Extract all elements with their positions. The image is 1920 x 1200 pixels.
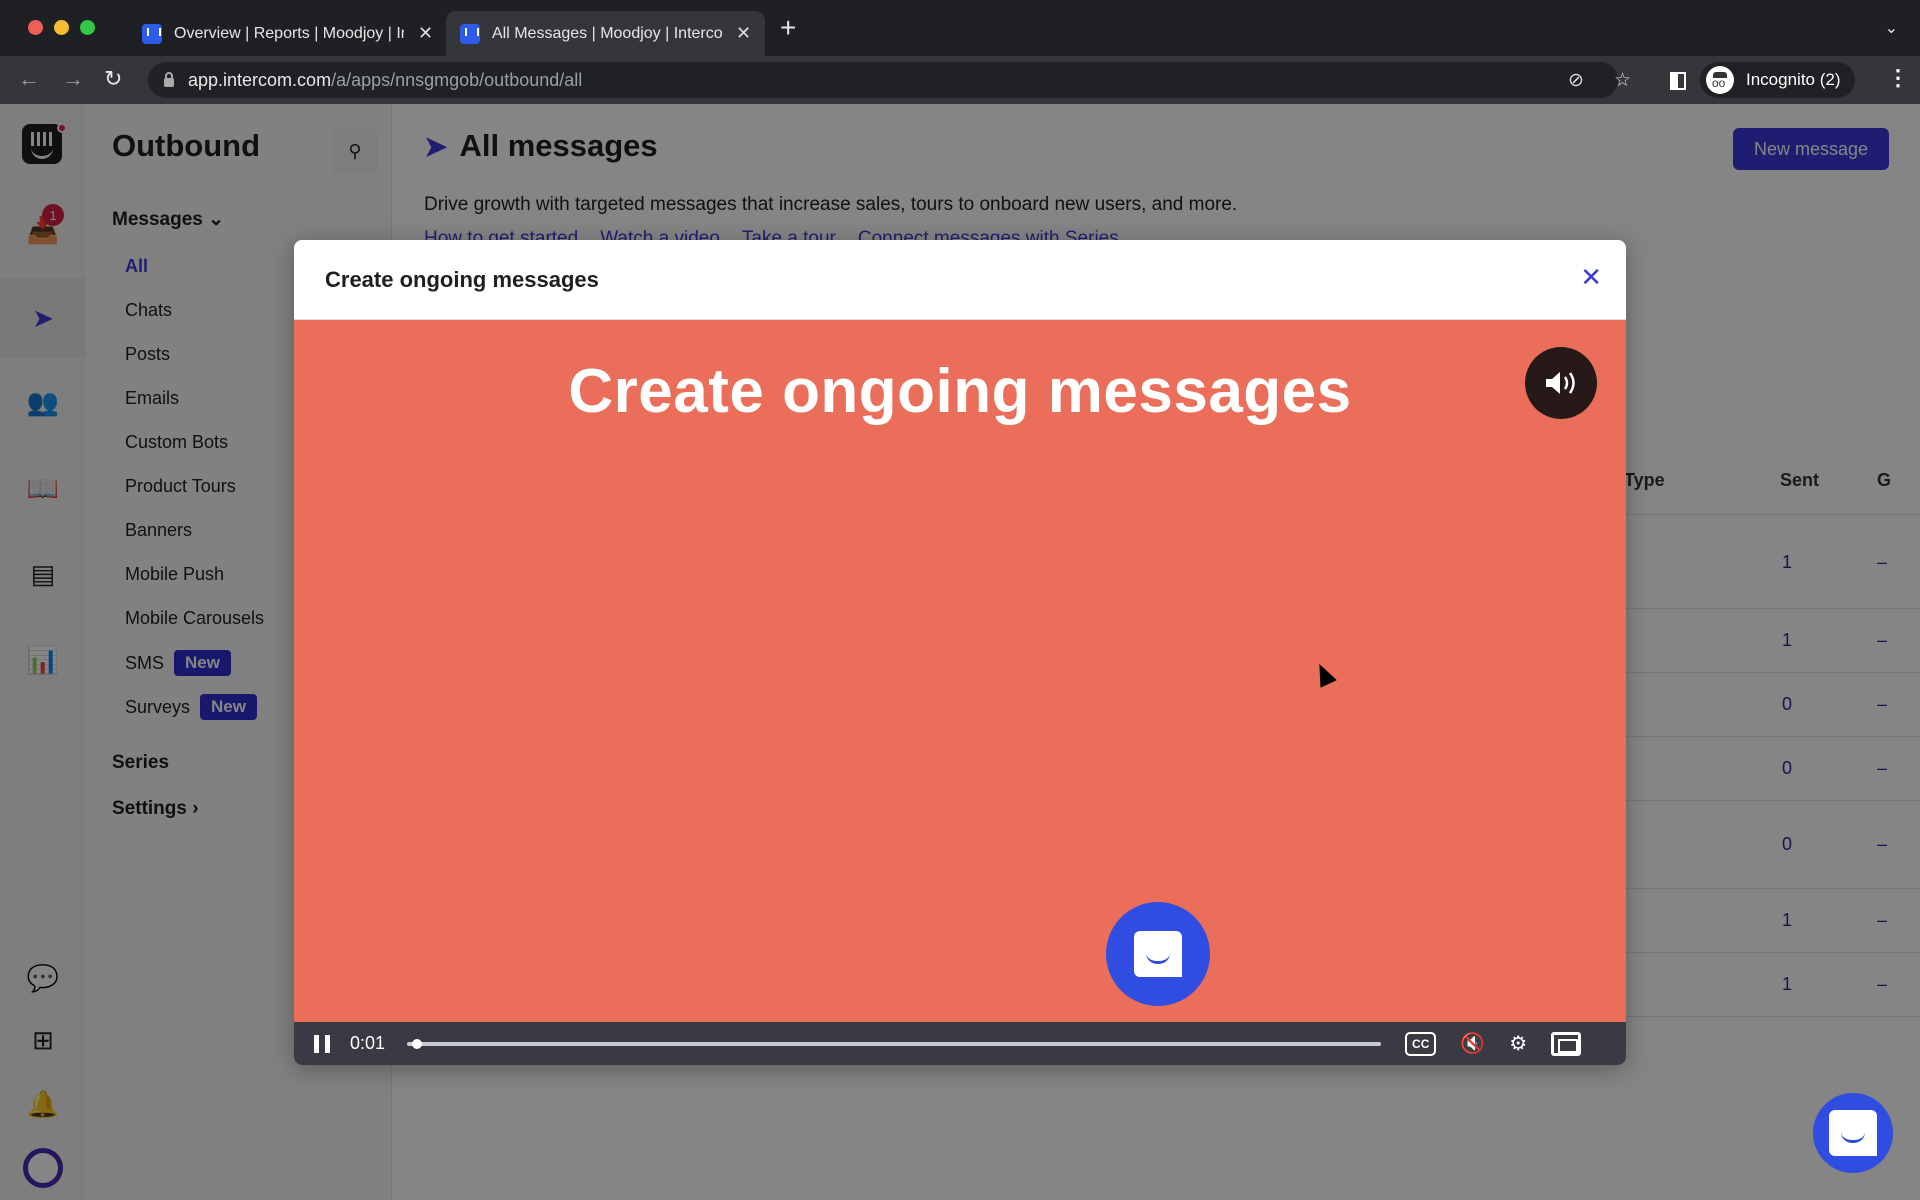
chat-icon xyxy=(1134,931,1182,977)
settings-gear-icon[interactable]: ⚙ xyxy=(1509,1031,1527,1056)
tracking-protection-eye-off-icon[interactable]: ⊘ xyxy=(1568,69,1584,92)
back-button[interactable]: ← xyxy=(18,66,40,92)
side-panel-icon[interactable] xyxy=(1670,72,1686,90)
fullscreen-icon[interactable] xyxy=(1551,1031,1582,1056)
modal-header: Create ongoing messages xyxy=(294,240,1626,320)
video-headline: Create ongoing messages xyxy=(568,357,1352,426)
url-path: /a/apps/nnsgmgob/outbound/all xyxy=(331,69,583,90)
profile-label: Incognito (2) xyxy=(1746,70,1841,89)
video-controls: 0:01 CC 🔇 ⚙ xyxy=(294,1022,1626,1065)
incognito-icon xyxy=(1706,66,1734,94)
browser-menu-icon[interactable]: ⋮ xyxy=(1887,65,1909,91)
unmute-button[interactable] xyxy=(1525,347,1597,419)
incognito-profile-button[interactable]: Incognito (2) xyxy=(1700,62,1855,98)
video-progress-bar[interactable] xyxy=(407,1038,1382,1049)
modal-title: Create ongoing messages xyxy=(325,266,599,292)
new-tab-button[interactable]: + xyxy=(780,14,796,42)
browser-tab-bar: Overview | Reports | Moodjoy | Intercom … xyxy=(0,0,1920,56)
lock-icon xyxy=(164,71,174,87)
progress-handle[interactable] xyxy=(411,1038,422,1049)
browser-toolbar: ← → ↻ app.intercom.com/a/apps/nnsgmgob/o… xyxy=(0,56,1920,104)
chat-icon xyxy=(1829,1110,1877,1156)
url-host: app.intercom.com xyxy=(188,69,332,90)
tab-search-chevron-icon[interactable]: ⌄ xyxy=(1885,18,1898,38)
captions-button[interactable]: CC xyxy=(1405,1031,1437,1056)
video-player[interactable]: Create ongoing messages xyxy=(294,320,1626,1022)
mute-icon[interactable]: 🔇 xyxy=(1460,1031,1485,1056)
window-close-button[interactable] xyxy=(28,20,43,35)
messenger-bubble-illustration xyxy=(1106,902,1210,1006)
messenger-launcher-button[interactable] xyxy=(1813,1093,1893,1173)
window-maximize-button[interactable] xyxy=(80,20,95,35)
video-time: 0:01 xyxy=(350,1033,386,1053)
tab-title: All Messages | Moodjoy | Intercom xyxy=(492,24,722,42)
reload-button[interactable]: ↻ xyxy=(104,66,122,92)
volume-icon xyxy=(1546,372,1575,394)
tab-close-icon[interactable]: ✕ xyxy=(418,23,433,44)
video-modal: Create ongoing messages ✕ Create ongoing… xyxy=(294,240,1626,1065)
bookmark-star-icon[interactable]: ☆ xyxy=(1614,69,1631,92)
pause-button[interactable] xyxy=(314,1034,330,1053)
address-bar[interactable]: app.intercom.com/a/apps/nnsgmgob/outboun… xyxy=(148,62,1631,98)
close-icon[interactable]: ✕ xyxy=(1580,264,1602,290)
tab-close-icon[interactable]: ✕ xyxy=(736,23,751,44)
forward-button[interactable]: → xyxy=(62,66,84,92)
tab-title: Overview | Reports | Moodjoy | Intercom xyxy=(174,24,404,42)
window-minimize-button[interactable] xyxy=(54,20,69,35)
intercom-favicon-icon xyxy=(460,23,480,44)
browser-tab-overview[interactable]: Overview | Reports | Moodjoy | Intercom … xyxy=(128,11,447,56)
browser-tab-all-messages[interactable]: All Messages | Moodjoy | Intercom ✕ xyxy=(446,11,766,56)
intercom-favicon-icon xyxy=(142,23,162,44)
